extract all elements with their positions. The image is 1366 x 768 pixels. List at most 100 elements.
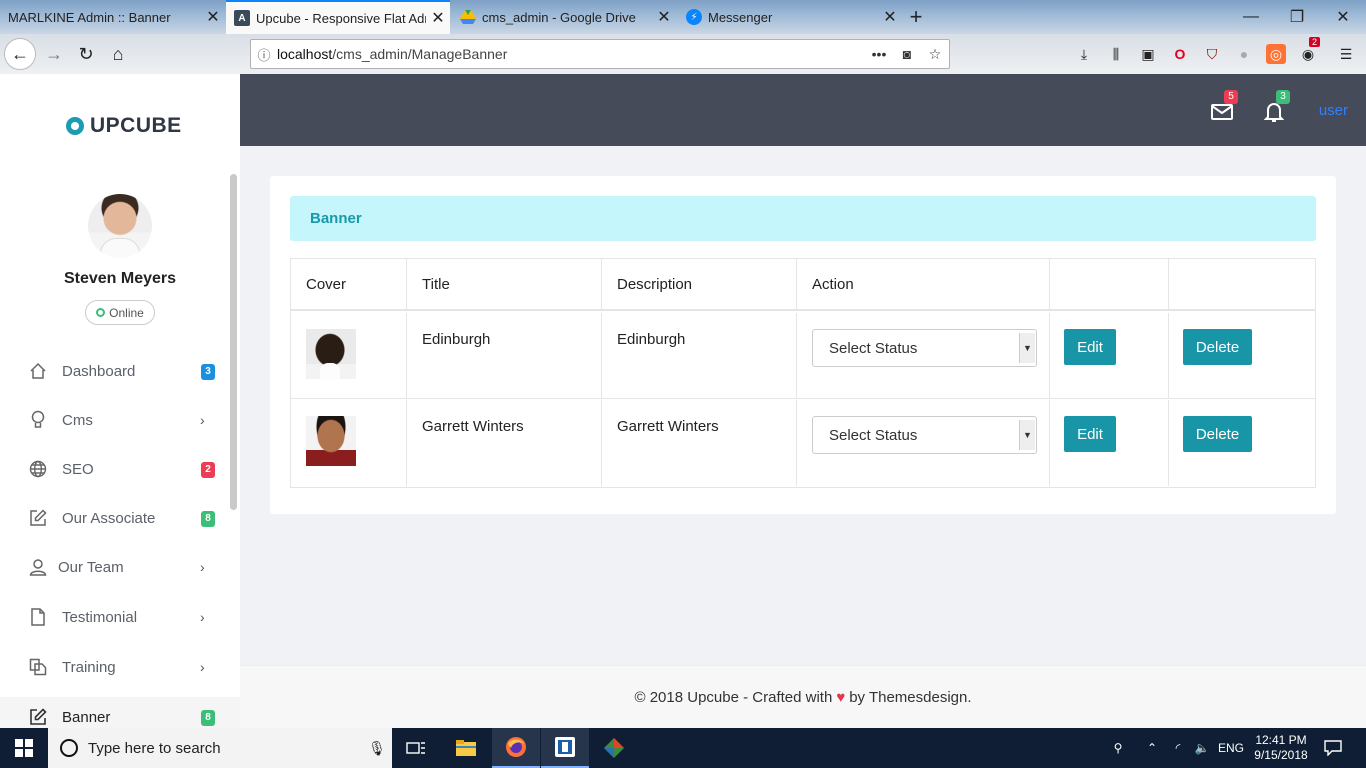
user-icon xyxy=(28,557,48,577)
sidebar-item-label: Our Team xyxy=(58,558,124,576)
extension-badge: 2 xyxy=(1309,37,1321,47)
more-actions-icon[interactable]: ••• xyxy=(865,46,893,62)
edit-icon xyxy=(28,707,48,727)
app-icon[interactable] xyxy=(541,728,589,768)
delete-button[interactable]: Delete xyxy=(1183,329,1252,365)
close-tab-icon[interactable]: ✕ xyxy=(426,8,450,28)
sidebar-item-training[interactable]: Training › xyxy=(0,647,240,687)
delete-button[interactable]: Delete xyxy=(1183,416,1252,452)
chevron-up-icon[interactable]: ⌃ xyxy=(1140,728,1164,768)
sidebar-item-our-team[interactable]: Our Team › xyxy=(0,547,240,587)
close-window-button[interactable]: ✕ xyxy=(1320,0,1366,34)
count-badge: 8 xyxy=(201,511,215,527)
download-icon[interactable]: ⤓ xyxy=(1074,44,1094,64)
close-tab-icon[interactable]: ✕ xyxy=(878,7,902,27)
opera-icon[interactable]: O xyxy=(1170,44,1190,64)
upcube-logo-icon xyxy=(66,117,84,135)
edit-cell: Edit xyxy=(1050,400,1169,486)
menu-icon[interactable]: ☰ xyxy=(1336,44,1356,64)
count-badge: 8 xyxy=(201,710,215,726)
sidebar-item-testimonial[interactable]: Testimonial › xyxy=(0,597,240,637)
close-tab-icon[interactable]: ✕ xyxy=(652,7,676,27)
browser-tab[interactable]: ⚡ Messenger ✕ xyxy=(678,0,902,34)
pocket-icon[interactable]: ◙ xyxy=(893,46,921,62)
restore-button[interactable]: ❐ xyxy=(1274,0,1320,34)
description-cell: Garrett Winters xyxy=(602,400,797,486)
edit-icon xyxy=(28,508,48,528)
task-view-icon[interactable] xyxy=(392,728,440,768)
microphone-icon[interactable]: 🎙 xyxy=(362,740,392,757)
browser-tab-active[interactable]: A Upcube - Responsive Flat Adm ✕ xyxy=(226,0,450,34)
lightbulb-icon xyxy=(28,410,48,430)
count-badge: 2 xyxy=(201,462,215,478)
sidebar-item-label: Training xyxy=(62,658,116,676)
windows-start-icon[interactable] xyxy=(0,728,48,768)
column-header-action: Action xyxy=(797,259,1050,311)
chevron-right-icon: › xyxy=(200,659,205,675)
sidebar-item-label: Cms xyxy=(62,411,93,429)
file-explorer-icon[interactable] xyxy=(442,728,490,768)
sidebar-scrollbar[interactable] xyxy=(230,174,237,510)
ublock-icon[interactable]: ⛉ xyxy=(1202,44,1222,64)
browser-tab[interactable]: cms_admin - Google Drive ✕ xyxy=(452,0,676,34)
description-cell: Edinburgh xyxy=(602,313,797,399)
brand-logo[interactable]: UPCUBE xyxy=(66,114,182,138)
url-bar[interactable]: ⓘ localhost/cms_admin/ManageBanner ••• ◙… xyxy=(250,39,950,69)
search-placeholder: Type here to search xyxy=(88,739,221,757)
brand-name: UPCUBE xyxy=(90,114,182,137)
cover-cell xyxy=(291,313,407,399)
new-tab-button[interactable]: + xyxy=(900,0,932,34)
column-header-cover: Cover xyxy=(291,259,407,311)
action-cell: Select Status ▼ xyxy=(797,400,1050,486)
forward-button[interactable]: → xyxy=(38,38,70,70)
bell-icon[interactable]: 3 xyxy=(1262,90,1290,124)
sidebar-item-cms[interactable]: Cms › xyxy=(0,400,240,440)
minimize-button[interactable]: — xyxy=(1228,0,1274,34)
taskbar-search-input[interactable]: Type here to search 🎙 xyxy=(48,728,392,768)
people-icon[interactable]: ⚲ xyxy=(1104,728,1132,768)
url-text[interactable]: localhost/cms_admin/ManageBanner xyxy=(277,46,865,62)
sidebar-item-dashboard[interactable]: Dashboard 3 xyxy=(0,351,240,391)
info-icon[interactable]: ⓘ xyxy=(251,45,277,64)
sidebar-item-label: Our Associate xyxy=(62,509,156,527)
clock[interactable]: 12:41 PM 9/15/2018 xyxy=(1250,728,1312,768)
git-icon[interactable] xyxy=(590,728,638,768)
mail-icon[interactable]: 5 xyxy=(1210,90,1238,124)
library-icon[interactable]: ⫼ xyxy=(1106,44,1126,64)
chevron-right-icon: › xyxy=(200,609,205,625)
volume-icon[interactable]: 🔈 xyxy=(1190,728,1214,768)
wifi-icon[interactable]: ◜ xyxy=(1166,728,1190,768)
browser-tab[interactable]: MARLKINE Admin :: Banner ✕ xyxy=(0,0,225,34)
language-indicator[interactable]: ENG xyxy=(1216,728,1246,768)
footer-credit: by Themesdesign. xyxy=(849,688,972,706)
bookmark-star-icon[interactable]: ☆ xyxy=(921,46,949,63)
notifications-icon[interactable] xyxy=(1316,728,1350,768)
bell-badge: 3 xyxy=(1276,90,1290,104)
column-header-empty xyxy=(1169,259,1315,311)
firefox-icon[interactable] xyxy=(492,728,540,768)
count-badge: 3 xyxy=(201,364,215,380)
extension-badge-icon[interactable]: ◉ 2 xyxy=(1298,37,1321,64)
edit-button[interactable]: Edit xyxy=(1064,329,1116,365)
back-button[interactable]: ← xyxy=(4,38,36,70)
home-button[interactable]: ⌂ xyxy=(102,38,134,70)
copy-icon xyxy=(28,657,48,677)
browser-tab-strip: MARLKINE Admin :: Banner ✕ A Upcube - Re… xyxy=(0,0,1366,34)
tab-title: Messenger xyxy=(708,9,773,25)
sidebar-item-our-associate[interactable]: Our Associate 8 xyxy=(0,498,240,538)
title-cell: Garrett Winters xyxy=(407,400,602,486)
status-select[interactable]: Select Status ▼ xyxy=(812,329,1037,367)
extension-icon[interactable]: ● xyxy=(1234,44,1254,64)
close-tab-icon[interactable]: ✕ xyxy=(201,7,225,27)
user-menu-link[interactable]: user xyxy=(1319,102,1348,119)
cortana-icon xyxy=(60,739,78,757)
extension-orange-icon[interactable]: ◎ xyxy=(1266,44,1286,64)
sidebar-item-banner[interactable]: Banner 8 xyxy=(0,697,240,728)
sidebar-item-seo[interactable]: SEO 2 xyxy=(0,449,240,489)
sidebar-toggle-icon[interactable]: ▣ xyxy=(1138,44,1158,64)
online-dot-icon xyxy=(96,308,106,317)
edit-button[interactable]: Edit xyxy=(1064,416,1116,452)
status-select[interactable]: Select Status ▼ xyxy=(812,416,1037,454)
reload-button[interactable]: ↻ xyxy=(70,38,102,70)
status-badge: Online xyxy=(85,300,155,325)
